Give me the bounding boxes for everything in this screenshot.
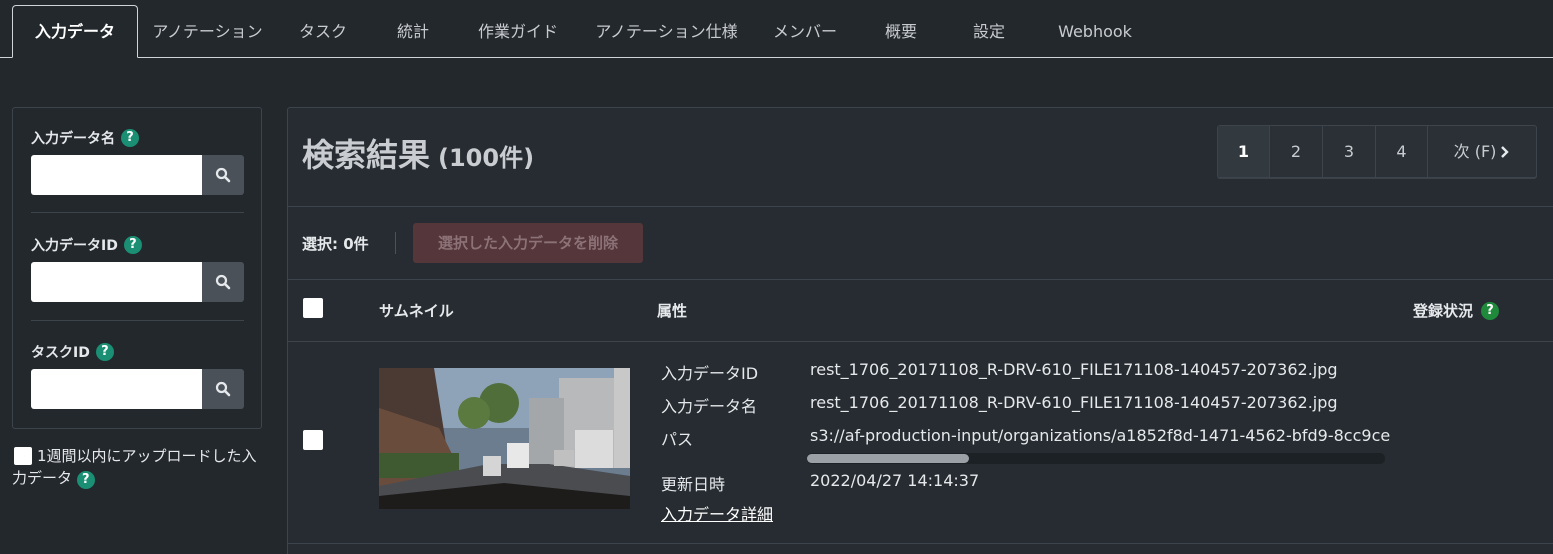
help-icon[interactable]: ?: [95, 343, 114, 361]
column-header-status: 登録状況 ?: [1413, 300, 1500, 321]
path-scrollbar[interactable]: [807, 453, 1385, 464]
tab-settings[interactable]: 設定: [956, 10, 1022, 54]
attr-value-input-id: rest_1706_20171108_R-DRV-610_FILE171108-…: [810, 360, 1338, 379]
task-id-label-text: タスクID: [31, 345, 90, 361]
page-1-button[interactable]: 1: [1218, 126, 1270, 177]
search-results-panel: 検索結果 (100件) 1 2 3 4 次 (F) 選択: 0件 選択した入力デー…: [287, 107, 1553, 554]
results-title: 検索結果: [302, 136, 431, 174]
uploaded-within-week-text: 1週間以内にアップロードした入力データ: [12, 447, 257, 487]
divider: [288, 206, 1553, 207]
column-header-thumbnail: サムネイル: [379, 302, 454, 320]
chevron-right-icon: [1501, 145, 1510, 158]
input-data-detail-link[interactable]: 入力データ詳細: [661, 501, 773, 525]
attr-key-updated-at: 更新日時: [661, 475, 726, 494]
tab-input-data[interactable]: 入力データ: [12, 5, 138, 58]
tab-annotation[interactable]: アノテーション: [150, 10, 265, 54]
attr-value-updated-at: 2022/04/27 14:14:37: [810, 471, 980, 490]
attr-key-path: パス: [661, 430, 694, 449]
filter-divider: [31, 320, 244, 321]
street-scene-thumbnail: [379, 368, 630, 509]
tab-work-guide[interactable]: 作業ガイド: [470, 10, 566, 54]
attr-key-input-id: 入力データID: [661, 364, 759, 383]
search-icon: [215, 274, 231, 290]
attr-key-input-name: 入力データ名: [661, 397, 758, 416]
page-4-button[interactable]: 4: [1376, 126, 1428, 177]
help-icon[interactable]: ?: [123, 236, 142, 254]
help-icon[interactable]: ?: [1481, 301, 1500, 320]
tab-statistics[interactable]: 統計: [380, 10, 446, 54]
uploaded-within-week-label: 1週間以内にアップロードした入力データ ?: [12, 445, 262, 489]
status-header-text: 登録状況: [1413, 302, 1474, 320]
next-page-label: 次 (F): [1453, 142, 1497, 161]
tab-webhook[interactable]: Webhook: [1046, 10, 1144, 54]
input-name-search-button[interactable]: [202, 155, 244, 195]
help-icon[interactable]: ?: [76, 471, 95, 489]
filter-divider: [31, 212, 244, 213]
attr-value-path: s3://af-production-input/organizations/a…: [810, 426, 1391, 445]
tab-task[interactable]: タスク: [290, 10, 356, 54]
pagination: 1 2 3 4 次 (F): [1217, 125, 1537, 178]
divider: [288, 543, 1553, 544]
tab-annotation-spec[interactable]: アノテーション仕様: [590, 10, 743, 54]
delete-selected-button[interactable]: 選択した入力データを削除: [413, 223, 643, 263]
task-id-search-button[interactable]: [202, 369, 244, 409]
path-scrollbar-thumb[interactable]: [807, 454, 969, 463]
input-name-filter-label: 入力データ名 ?: [31, 128, 139, 148]
select-all-checkbox[interactable]: [303, 298, 323, 318]
selection-count: 選択: 0件: [302, 235, 369, 253]
search-icon: [215, 381, 231, 397]
task-id-search-input[interactable]: [31, 369, 202, 409]
input-id-search-input[interactable]: [31, 262, 202, 302]
input-name-search-input[interactable]: [31, 155, 202, 195]
help-icon[interactable]: ?: [121, 129, 139, 147]
results-count: (100件): [438, 144, 535, 172]
tab-overview[interactable]: 概要: [868, 10, 934, 54]
column-header-attributes: 属性: [657, 302, 688, 320]
results-heading: 検索結果 (100件): [302, 130, 534, 176]
page-2-button[interactable]: 2: [1270, 126, 1323, 177]
divider: [288, 279, 1553, 280]
row-checkbox[interactable]: [303, 430, 323, 450]
input-name-label-text: 入力データ名: [31, 131, 115, 147]
divider: [395, 232, 396, 254]
divider: [288, 341, 1553, 342]
task-id-filter-label: タスクID ?: [31, 342, 114, 362]
tab-bar: 入力データ アノテーション タスク 統計 作業ガイド アノテーション仕様 メンバ…: [0, 0, 1553, 58]
input-id-filter-label: 入力データID ?: [31, 235, 142, 255]
tab-members[interactable]: メンバー: [767, 10, 843, 54]
input-id-search-button[interactable]: [202, 262, 244, 302]
attr-value-input-name: rest_1706_20171108_R-DRV-610_FILE171108-…: [810, 393, 1338, 412]
filter-panel: 入力データ名 ? 入力データID ? タスクID ?: [12, 107, 262, 429]
next-page-button[interactable]: 次 (F): [1428, 126, 1536, 177]
input-id-label-text: 入力データID: [31, 238, 118, 254]
search-icon: [215, 167, 231, 183]
page-3-button[interactable]: 3: [1323, 126, 1376, 177]
thumbnail-image[interactable]: [379, 368, 630, 509]
